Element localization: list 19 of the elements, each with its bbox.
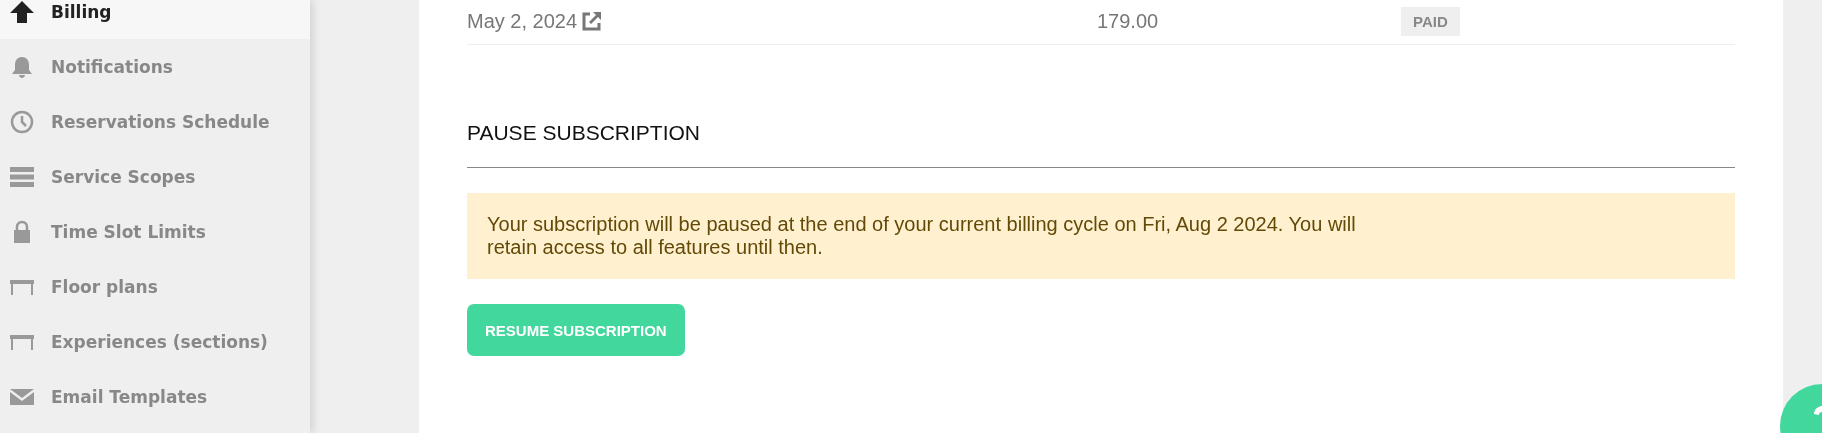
sidebar-item[interactable]: Notifications <box>0 39 310 94</box>
external-link-icon[interactable] <box>581 10 604 32</box>
sidebar-item[interactable]: Reservations Schedule <box>0 94 310 149</box>
clock-icon <box>9 109 35 134</box>
arrow-up-icon <box>9 0 35 24</box>
bell-icon <box>9 54 35 79</box>
sidebar-item[interactable]: Time Slot Limits <box>0 204 310 259</box>
section-heading: PAUSE SUBSCRIPTION <box>467 121 1735 168</box>
sidebar-item[interactable]: Floor plans <box>0 259 310 314</box>
resume-subscription-button[interactable]: RESUME SUBSCRIPTION <box>467 304 685 356</box>
invoice-date: May 2, 2024 <box>467 9 578 33</box>
bars-icon <box>9 164 35 189</box>
sidebar-item[interactable]: Billing <box>0 0 310 39</box>
invoice-amount: 179.00 <box>1097 9 1160 33</box>
pause-notice: Your subscription will be paused at the end of your current billing cycle on Fri, Aug 2 2024. You will retain access to all features until then. <box>467 193 1735 279</box>
sidebar-item[interactable]: Experiences (sections) <box>0 314 310 369</box>
sidebar-item[interactable]: Service Scopes <box>0 149 310 204</box>
sidebar-item[interactable]: Email Templates <box>0 369 310 424</box>
status-badge: PAID <box>1401 6 1460 36</box>
